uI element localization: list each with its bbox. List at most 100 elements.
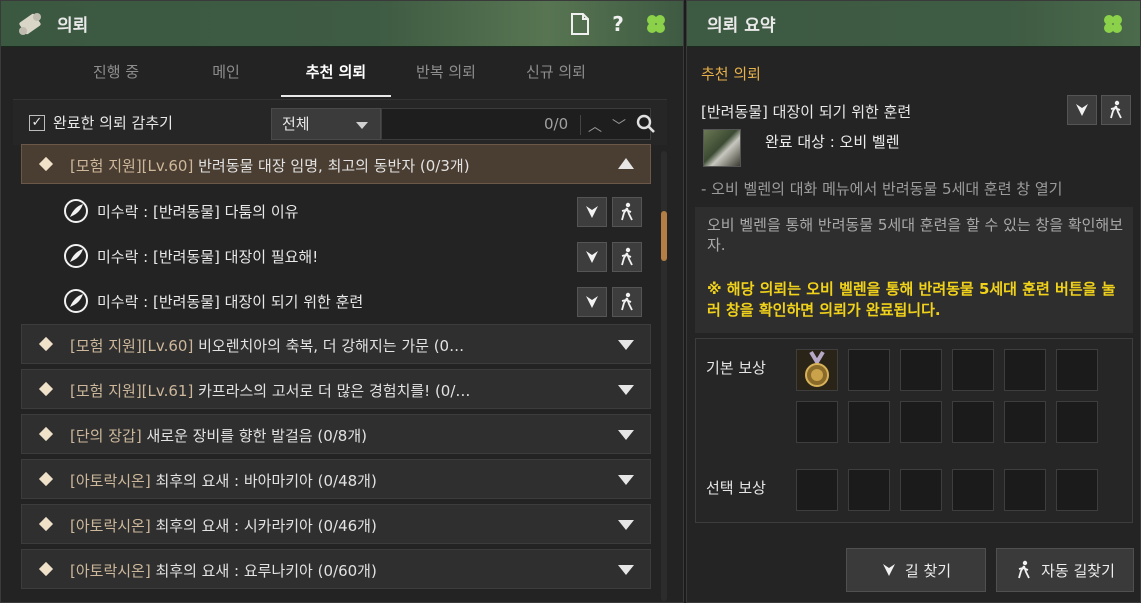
navigate-icon [586,206,598,218]
expand-icon[interactable] [618,340,634,350]
quest-group-tag: [단의 장갑] [70,427,142,445]
expand-icon[interactable] [618,520,634,530]
reward-slot-medal[interactable] [796,349,838,391]
summary-titlebar[interactable]: 의뢰 요약 [687,1,1140,47]
description-box: 오비 벨렌을 통해 반려동물 5세대 훈련을 할 수 있는 창을 확인해보자. … [695,207,1133,333]
diamond-icon [38,471,54,487]
quill-icon [63,198,89,224]
quest-summary-window: 의뢰 요약 추천 의뢰 [반려동물] 대장이 되기 위한 훈련 완료 대상 : … [686,0,1141,603]
expand-icon[interactable] [618,385,634,395]
hide-completed-checkbox[interactable]: ✓ [29,115,45,131]
walking-person-icon [621,202,633,221]
chevron-up-icon[interactable]: ︿ [588,116,602,136]
quest-window-titlebar[interactable]: 의뢰 ? [1,1,683,47]
category-dropdown[interactable]: 전체 [271,108,381,140]
reward-slot[interactable] [952,401,994,443]
choice-reward-slot[interactable] [952,469,994,511]
clover-icon[interactable] [1102,13,1124,35]
quest-group-title: [모험 지원][Lv.60] 비오렌치아의 축복, 더 강해지는 가문 (0… [70,335,464,356]
quest-group-header[interactable]: [모험 지원][Lv.60] 비오렌치아의 축복, 더 강해지는 가문 (0… [21,324,651,364]
collapse-icon[interactable] [618,158,634,169]
auto-walk-button[interactable] [612,197,642,227]
tab-recommended[interactable]: 추천 의뢰 [281,47,391,97]
auto-walk-button[interactable] [612,242,642,272]
quest-notice: ※ 해당 의뢰는 오비 벨렌을 통해 반려동물 5세대 훈련 버튼을 눌러 창을… [707,280,1116,319]
expand-icon[interactable] [618,475,634,485]
choice-reward-slot[interactable] [796,469,838,511]
scrollbar-thumb[interactable] [661,211,667,261]
tab-repeat[interactable]: 반복 의뢰 [391,47,501,99]
diamond-icon [38,156,54,172]
navigate-button[interactable] [1067,95,1097,125]
diamond-icon [38,516,54,532]
chevron-down-icon [356,122,368,129]
reward-slot[interactable] [1004,349,1046,391]
choice-reward-slot[interactable] [1004,469,1046,511]
quest-group-header[interactable]: [단의 장갑] 새로운 장비를 향한 발걸음 (0/8개) [21,414,651,454]
search-input[interactable]: 0/0 ︿ ﹀ [381,108,655,140]
tab-new[interactable]: 신규 의뢰 [501,47,611,99]
summary-title: 의뢰 요약 [707,16,776,36]
navigate-icon [1076,104,1088,116]
reward-slot[interactable] [900,401,942,443]
navigate-button[interactable] [577,242,607,272]
quest-group-title: [아토락시온] 최후의 요새 : 시카라키아 (0/46개) [70,515,377,536]
chevron-down-icon[interactable]: ﹀ [612,116,626,136]
navigate-button[interactable] [577,287,607,317]
quest-group-header[interactable]: [모험 지원][Lv.61] 카프라스의 고서로 더 많은 경험치를! (0/… [21,369,651,409]
reward-slot[interactable] [848,349,890,391]
navigate-button[interactable] [577,197,607,227]
tab-main[interactable]: 메인 [171,47,281,99]
quest-group-header[interactable]: [아토락시온] 최후의 요새 : 시카라키아 (0/46개) [21,504,651,544]
quest-group-tag: [모험 지원][Lv.60] [70,337,194,355]
reward-slot[interactable] [848,401,890,443]
quest-group-header[interactable]: [모험 지원][Lv.60] 반려동물 대장 임명, 최고의 동반자 (0/3개… [21,144,651,184]
reward-slot[interactable] [952,349,994,391]
reward-slot[interactable] [900,349,942,391]
document-icon[interactable] [569,13,591,35]
walking-person-icon [621,247,633,266]
choice-reward-slot[interactable] [848,469,890,511]
quest-group-tag: [모험 지원][Lv.61] [70,382,194,400]
help-icon[interactable]: ? [607,12,629,36]
quest-list-scrollbar[interactable] [661,151,667,601]
summary-quest-title: [반려동물] 대장이 되기 위한 훈련 [701,103,912,121]
search-icon[interactable] [636,114,656,138]
search-count: 0/0 [544,115,569,133]
find-path-button[interactable]: 길 찾기 [846,548,986,592]
basic-reward-label: 기본 보상 [706,359,766,377]
quest-group-header[interactable]: [아토락시온] 최후의 요새 : 바아마키아 (0/48개) [21,459,651,499]
expand-icon[interactable] [618,565,634,575]
quest-group-header[interactable]: [아토락시온] 최후의 요새 : 요루나키아 (0/60개) [21,549,651,589]
sub-quest-text: 미수락 : [반려동물] 다툼의 이유 [97,203,299,221]
window-title: 의뢰 [57,16,89,36]
auto-walk-button[interactable] [1101,95,1131,125]
quest-objective: - 오비 벨렌의 대화 메뉴에서 반려동물 5세대 훈련 창 열기 [701,180,1063,198]
auto-walk-button[interactable] [612,287,642,317]
app-root: 의뢰 ? 진행 중 메인 추천 의뢰 반복 의뢰 신규 의뢰 ✓ 완료한 의뢰 … [0,0,1141,603]
tab-in-progress[interactable]: 진행 중 [61,47,171,99]
completion-target: 완료 대상 : 오비 벨렌 [765,133,900,151]
choice-reward-slot[interactable] [1056,469,1098,511]
choice-reward-slot[interactable] [900,469,942,511]
scroll-icon [13,7,47,41]
sub-quest-row[interactable]: 미수락 : [반려동물] 대장이 되기 위한 훈련 [21,279,651,323]
reward-slot[interactable] [1056,401,1098,443]
reward-slot[interactable] [796,401,838,443]
sub-quest-row[interactable]: 미수락 : [반려동물] 다툼의 이유 [21,189,651,233]
expand-icon[interactable] [618,430,634,440]
quest-group-title: [단의 장갑] 새로운 장비를 향한 발걸음 (0/8개) [70,425,367,446]
walking-person-icon [1018,560,1030,579]
quest-group-title: [모험 지원][Lv.60] 반려동물 대장 임명, 최고의 동반자 (0/3개… [70,155,470,176]
navigate-icon [586,251,598,263]
sub-quest-row[interactable]: 미수락 : [반려동물] 대장이 필요해! [21,234,651,278]
clover-icon[interactable] [645,13,667,35]
reward-slot[interactable] [1056,349,1098,391]
sub-quest-text: 미수락 : [반려동물] 대장이 필요해! [97,248,319,266]
quest-group-name: 반려동물 대장 임명, 최고의 동반자 (0/3개) [198,157,470,175]
diamond-icon [38,381,54,397]
reward-slot[interactable] [1004,401,1046,443]
auto-path-button[interactable]: 자동 길찾기 [996,548,1134,592]
section-label: 추천 의뢰 [701,65,761,83]
diamond-icon [38,426,54,442]
